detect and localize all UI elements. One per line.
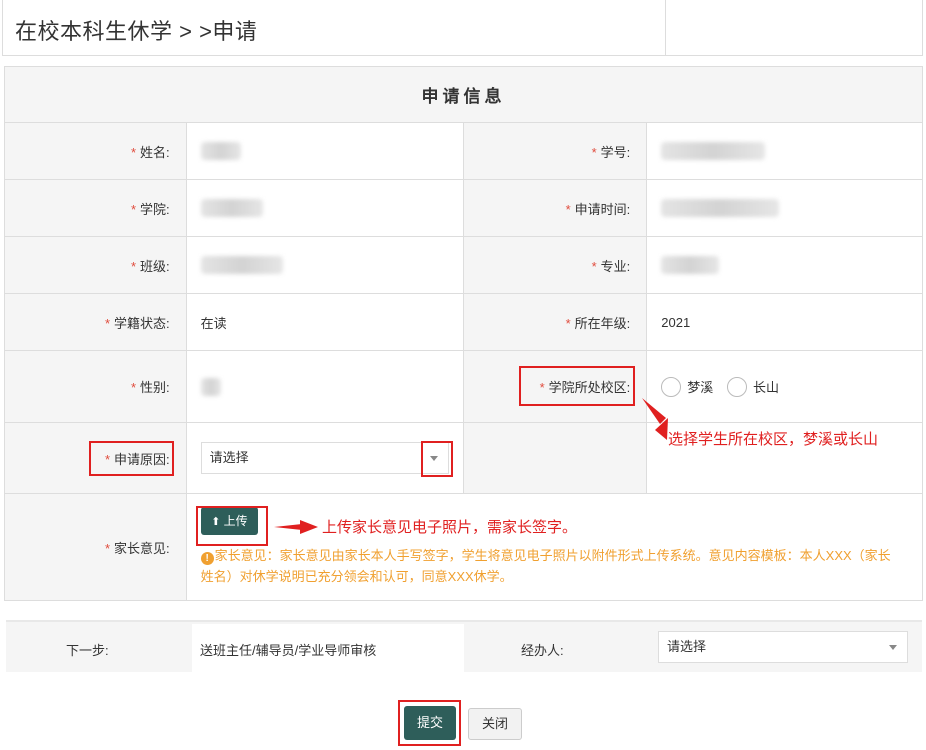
handler-select[interactable]: 请选择 [658, 631, 908, 663]
handler-label: 经办人: [521, 643, 564, 658]
chevron-down-icon [889, 645, 897, 650]
handler-select-placeholder: 请选择 [667, 639, 707, 654]
next-step-bar: 下一步: 送班主任/辅导员/学业导师审核 经办人: 请选择 [6, 620, 922, 672]
upload-arrow-shaft [274, 524, 302, 530]
next-step-value: 送班主任/辅导员/学业导师审核 [200, 643, 377, 658]
campus-hint-annotation: 选择学生所在校区，梦溪或长山 [668, 431, 879, 448]
upload-arrow-head [300, 520, 318, 534]
upload-hint-annotation: 上传家长意见电子照片，需家长签字。 [322, 519, 578, 536]
campus-arrow-shaft [642, 398, 666, 424]
submit-button[interactable]: 提交 [404, 706, 456, 740]
next-step-label: 下一步: [66, 643, 109, 658]
close-button[interactable]: 关闭 [468, 708, 522, 740]
